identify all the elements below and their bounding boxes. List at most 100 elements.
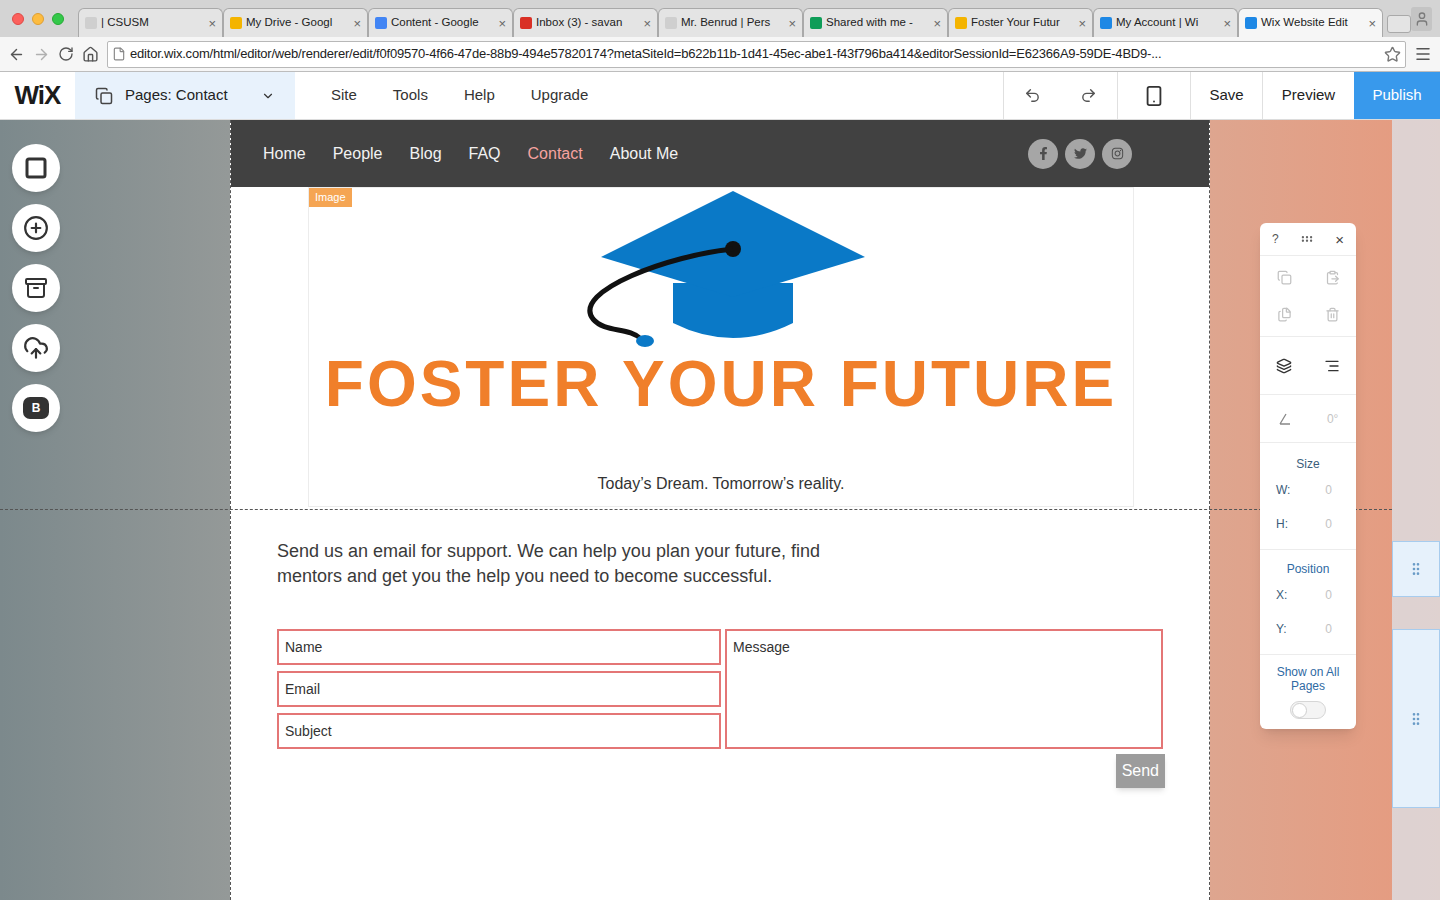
paste-icon[interactable]: [1325, 270, 1340, 285]
twitter-button[interactable]: [1065, 139, 1095, 169]
back-icon[interactable]: [8, 46, 25, 63]
panel-field[interactable]: H:0: [1260, 507, 1356, 541]
strip-handle[interactable]: [1392, 629, 1440, 808]
tool-button[interactable]: [12, 264, 60, 312]
tab-list: | CSUSM×My Drive - Googl×Content - Googl…: [78, 8, 1411, 37]
tool-button[interactable]: B: [12, 384, 60, 432]
field-value[interactable]: 0: [1325, 515, 1340, 533]
browser-tab[interactable]: Mr. Benrud | Pers×: [658, 8, 803, 37]
wix-logo[interactable]: WiX: [0, 72, 75, 119]
blog-icon: B: [23, 397, 49, 419]
undo-button[interactable]: [1003, 72, 1060, 119]
tab-title: My Drive - Googl: [246, 14, 349, 31]
nav-item[interactable]: People: [333, 142, 383, 166]
panel-field[interactable]: X:0: [1260, 578, 1356, 612]
help-button[interactable]: ?: [1272, 230, 1279, 248]
save-button[interactable]: Save: [1190, 72, 1262, 119]
panel-field[interactable]: Y:0: [1260, 612, 1356, 646]
editor-menu-item[interactable]: Help: [464, 84, 495, 107]
bookmark-star-icon[interactable]: [1384, 46, 1401, 63]
tab-close-button[interactable]: ×: [353, 17, 361, 30]
nav-item[interactable]: Blog: [410, 142, 442, 166]
favicon-icon: [230, 17, 242, 29]
browser-tab[interactable]: Foster Your Futur×: [948, 8, 1093, 37]
logo-image[interactable]: ImageFOSTER YOUR FUTUREToday’s Dream. To…: [308, 187, 1134, 507]
send-button[interactable]: Send: [1116, 754, 1165, 788]
favicon-icon: [375, 17, 387, 29]
form-input[interactable]: Email: [277, 671, 721, 707]
panel-field[interactable]: W:0: [1260, 473, 1356, 507]
tool-button[interactable]: [12, 204, 60, 252]
form-left-column: Name Email Subject: [277, 629, 721, 749]
close-window-button[interactable]: [12, 13, 24, 25]
tab-close-button[interactable]: ×: [208, 17, 216, 30]
profile-button[interactable]: [1411, 7, 1432, 31]
drag-icon[interactable]: [1300, 232, 1314, 246]
browser-tab[interactable]: Shared with me -×: [803, 8, 948, 37]
url-text[interactable]: editor.wix.com/html/editor/web/renderer/…: [130, 44, 1380, 64]
tab-close-button[interactable]: ×: [788, 17, 796, 30]
browser-tab[interactable]: Content - Google×: [368, 8, 513, 37]
delete-icon[interactable]: [1325, 307, 1340, 322]
arrange-icon[interactable]: [1276, 358, 1292, 374]
contact-section: Send us an email for support. We can hel…: [231, 509, 1209, 900]
field-value[interactable]: 0: [1325, 620, 1340, 638]
mobile-view-button[interactable]: [1117, 72, 1190, 119]
field-value[interactable]: 0: [1325, 481, 1340, 499]
browser-menu-icon[interactable]: [1414, 45, 1432, 63]
show-on-all-pages-toggle[interactable]: [1290, 701, 1326, 719]
publish-button[interactable]: Publish: [1354, 72, 1440, 119]
tab-close-button[interactable]: ×: [933, 17, 941, 30]
window-controls: [0, 13, 78, 25]
show-on-all-pages-label: Show on All Pages: [1260, 665, 1356, 693]
section-divider: [0, 509, 1392, 510]
chevron-down-icon: [261, 89, 275, 103]
new-tab-button[interactable]: [1387, 15, 1411, 33]
message-input[interactable]: Message: [725, 629, 1163, 749]
rotation-value[interactable]: 0°: [1327, 410, 1338, 428]
editor-menu-item[interactable]: Tools: [393, 84, 428, 107]
duplicate-icon[interactable]: [1277, 307, 1292, 322]
browser-tab[interactable]: My Account | Wi×: [1093, 8, 1238, 37]
tab-title: Inbox (3) - savan: [536, 14, 639, 31]
preview-button[interactable]: Preview: [1262, 72, 1354, 119]
site-page: Home People Blog FAQ Contact About Me ImageFOS…: [230, 120, 1210, 900]
browser-tab[interactable]: Inbox (3) - savan ×: [513, 8, 658, 37]
instagram-button[interactable]: [1102, 139, 1132, 169]
pages-label: Pages: Contact: [125, 84, 249, 107]
forward-icon[interactable]: [33, 46, 50, 63]
tab-close-button[interactable]: ×: [1368, 17, 1376, 30]
align-icon[interactable]: [1324, 358, 1340, 374]
browser-tab[interactable]: My Drive - Googl ×: [223, 8, 368, 37]
tab-title: Wix Website Edit: [1261, 14, 1364, 31]
zoom-window-button[interactable]: [52, 13, 64, 25]
facebook-button[interactable]: [1028, 139, 1058, 169]
nav-item[interactable]: About Me: [610, 142, 678, 166]
nav-item[interactable]: Contact: [528, 142, 583, 166]
home-icon[interactable]: [82, 46, 99, 63]
form-input[interactable]: Name: [277, 629, 721, 665]
pages-dropdown[interactable]: Pages: Contact: [75, 72, 295, 119]
url-field[interactable]: editor.wix.com/html/editor/web/renderer/…: [107, 41, 1406, 68]
redo-button[interactable]: [1060, 72, 1117, 119]
minimize-window-button[interactable]: [32, 13, 44, 25]
editor-menu-item[interactable]: Site: [331, 84, 357, 107]
tab-close-button[interactable]: ×: [1078, 17, 1086, 30]
browser-tab[interactable]: | CSUSM×: [78, 8, 223, 37]
close-panel-button[interactable]: ×: [1335, 232, 1344, 247]
tool-button[interactable]: [12, 324, 60, 372]
reload-icon[interactable]: [58, 46, 74, 62]
tab-close-button[interactable]: ×: [498, 17, 506, 30]
tab-close-button[interactable]: ×: [1223, 17, 1231, 30]
nav-item[interactable]: Home: [263, 142, 306, 166]
editor-menu-item[interactable]: Upgrade: [531, 84, 589, 107]
grip-icon: [1408, 561, 1424, 577]
nav-item[interactable]: FAQ: [469, 142, 501, 166]
form-input[interactable]: Subject: [277, 713, 721, 749]
strip-handle[interactable]: [1392, 541, 1440, 597]
copy-icon[interactable]: [1277, 270, 1292, 285]
tool-button[interactable]: [12, 144, 60, 192]
browser-tab[interactable]: Wix Website Edit ×: [1238, 8, 1383, 37]
field-value[interactable]: 0: [1325, 586, 1340, 604]
tab-close-button[interactable]: ×: [643, 17, 651, 30]
